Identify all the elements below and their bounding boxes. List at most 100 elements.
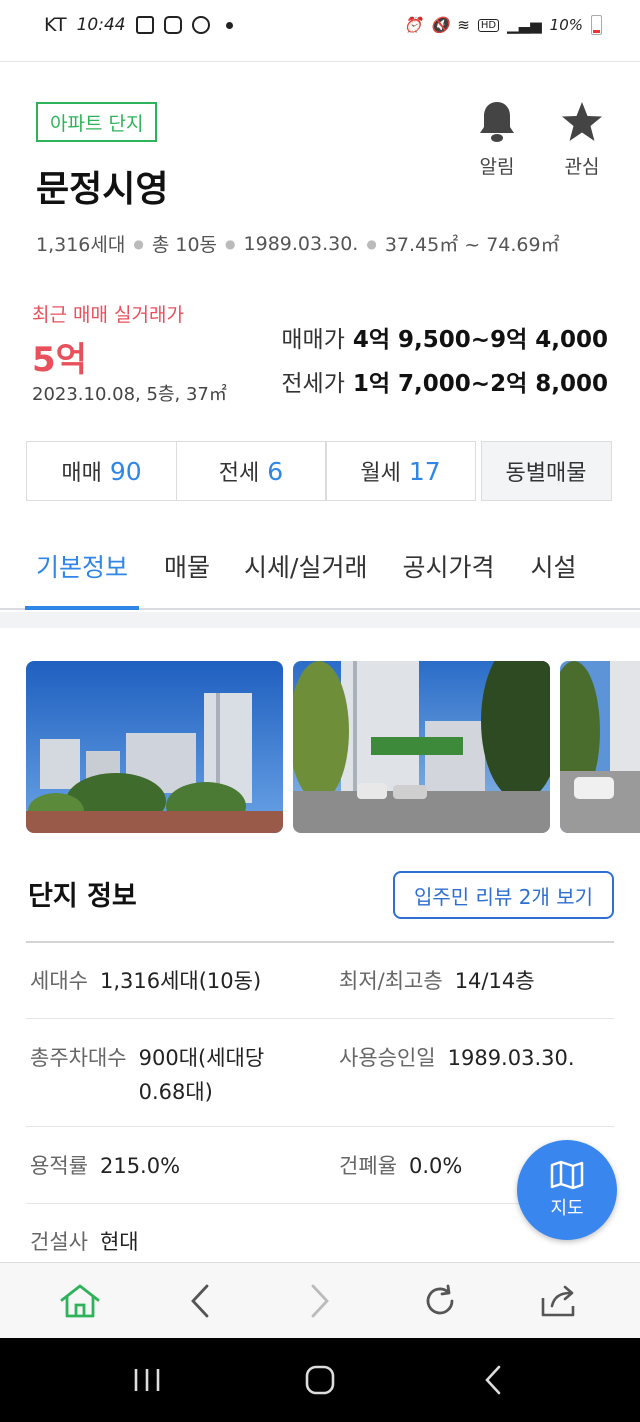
status-bar: KT 10:44 ⏰ 🔇 ≋ HD ▁▃▅ 10% (0, 0, 640, 50)
complex-photo[interactable] (560, 661, 640, 833)
share-icon (541, 1285, 575, 1316)
refresh-icon (426, 1284, 454, 1314)
map-button[interactable]: 지도 (517, 1140, 617, 1240)
info-building-coverage: 건폐율 0.0% (339, 1149, 462, 1183)
refresh-button[interactable] (410, 1271, 470, 1331)
separator-dot: ● (225, 236, 236, 251)
more-notifications-icon (225, 21, 233, 29)
jeonse-listings-button[interactable]: 전세 6 (175, 441, 327, 501)
separator-dot: ● (366, 236, 377, 251)
monthly-rent-listings-button[interactable]: 월세 17 (325, 441, 476, 501)
listing-type-label: 월세 (360, 461, 401, 486)
browser-toolbar (0, 1262, 640, 1338)
tab-listings[interactable]: 매물 (164, 532, 210, 608)
resident-review-button[interactable]: 입주민 리뷰 2개 보기 (393, 871, 614, 919)
complex-photo[interactable] (293, 661, 550, 833)
info-label: 용적률 (30, 1154, 88, 1178)
home-button[interactable] (50, 1271, 110, 1331)
map-icon (550, 1160, 584, 1190)
complex-name: 문정시영 (36, 169, 169, 210)
sale-price-row: 매매가 4억 9,500~9억 4,000 (281, 320, 608, 354)
info-value: 900대(세대당 0.68대) (139, 1041, 265, 1109)
info-builder: 건설사 현대 (30, 1225, 139, 1259)
area-summary: 37.45㎡ ~ 74.69㎡ (384, 234, 560, 256)
sale-price-value: 4억 9,500~9억 4,000 (352, 327, 608, 353)
households-summary: 1,316세대 (36, 234, 126, 256)
info-floor-area-ratio: 용적률 215.0% (30, 1149, 180, 1183)
share-button[interactable] (530, 1271, 590, 1331)
drag-handle-strip (0, 50, 640, 62)
hd-voice-icon: HD (477, 18, 500, 32)
tab-basic-info[interactable]: 기본정보 (24, 532, 140, 610)
bell-icon (480, 102, 514, 142)
complex-type-tag: 아파트 단지 (36, 102, 158, 142)
wifi-icon: ≋ (457, 16, 470, 34)
info-label: 건폐율 (339, 1154, 397, 1178)
listing-type-label: 전세 (218, 461, 260, 486)
tab-official-price[interactable]: 공시가격 (402, 532, 494, 608)
battery-icon (591, 15, 602, 35)
system-home-button[interactable] (280, 1350, 360, 1410)
sale-price-label: 매매가 (281, 327, 345, 353)
back-arrow-icon (485, 1365, 501, 1395)
info-value: 14/14층 (454, 969, 535, 993)
info-value: 1,316세대(10동) (99, 969, 262, 993)
circle-home-icon (305, 1365, 335, 1395)
map-button-label: 지도 (550, 1198, 584, 1219)
listing-counts: 매매 90 전세 6 월세 17 동별매물 (26, 441, 614, 501)
alarm-clock-icon: ⏰ (403, 16, 423, 34)
system-back-button[interactable] (453, 1350, 533, 1410)
divider (26, 941, 614, 943)
info-value: 1989.03.30. (447, 1046, 575, 1070)
recent-trade-price: 5억 (32, 340, 87, 380)
alarm-button[interactable]: 알림 (467, 100, 527, 179)
parking-value-line1: 900대(세대당 (138, 1046, 265, 1070)
favorite-button[interactable]: 관심 (552, 100, 612, 179)
signal-icon: ▁▃▅ (507, 16, 542, 34)
approval-summary: 1989.03.30. (243, 232, 359, 255)
recent-trade-label: 최근 매매 실거래가 (32, 304, 184, 326)
recent-apps-icon (134, 1369, 159, 1391)
parking-value-line2: 0.68대) (138, 1080, 213, 1104)
dong-listings-button[interactable]: 동별매물 (480, 441, 612, 501)
carrier-label: KT (44, 14, 67, 36)
info-value: 0.0% (408, 1154, 463, 1178)
divider (26, 1018, 614, 1019)
buildings-summary: 총 10동 (151, 234, 218, 256)
system-navigation-bar (0, 1338, 640, 1422)
tab-facilities[interactable]: 시설 (530, 532, 576, 608)
info-label: 사용승인일 (339, 1046, 436, 1070)
info-value: 215.0% (99, 1154, 181, 1178)
listing-count: 6 (267, 456, 284, 486)
sale-listings-button[interactable]: 매매 90 (26, 441, 177, 501)
gallery-notification-icon (135, 16, 154, 34)
listing-count: 17 (408, 456, 441, 486)
divider (26, 1126, 614, 1127)
complex-photo[interactable] (26, 661, 283, 833)
complex-summary: 1,316세대 ● 총 10동 ● 1989.03.30. ● 37.45㎡ ~… (36, 230, 560, 257)
forward-button[interactable] (290, 1271, 350, 1331)
detail-tabs: 기본정보 매물 시세/실거래 공시가격 시설 (0, 532, 640, 610)
tab-price-trades[interactable]: 시세/실거래 (244, 532, 367, 608)
info-households: 세대수 1,316세대(10동) (30, 964, 261, 998)
info-parking: 총주차대수 900대(세대당 0.68대) (30, 1041, 264, 1109)
complex-info-title: 단지 정보 (28, 881, 137, 912)
info-value: 현대 (99, 1230, 139, 1254)
chevron-left-icon (191, 1284, 209, 1317)
chevron-right-icon (311, 1284, 329, 1317)
mute-icon: 🔇 (430, 16, 450, 34)
listing-count: 90 (109, 456, 142, 486)
info-label: 건설사 (30, 1230, 88, 1254)
info-floors: 최저/최고층 14/14층 (339, 964, 535, 998)
talk-notification-icon (191, 16, 210, 34)
jeonse-price-value: 1억 7,000~2억 8,000 (352, 371, 608, 397)
info-label: 최저/최고층 (339, 969, 443, 993)
photo-carousel[interactable] (26, 661, 640, 833)
back-button[interactable] (170, 1271, 230, 1331)
alarm-label: 알림 (479, 156, 515, 178)
battery-percent: 10% (549, 16, 583, 34)
recent-apps-button[interactable] (107, 1350, 187, 1410)
section-gap (0, 612, 640, 628)
jeonse-price-label: 전세가 (281, 371, 345, 397)
info-approval: 사용승인일 1989.03.30. (339, 1041, 575, 1075)
